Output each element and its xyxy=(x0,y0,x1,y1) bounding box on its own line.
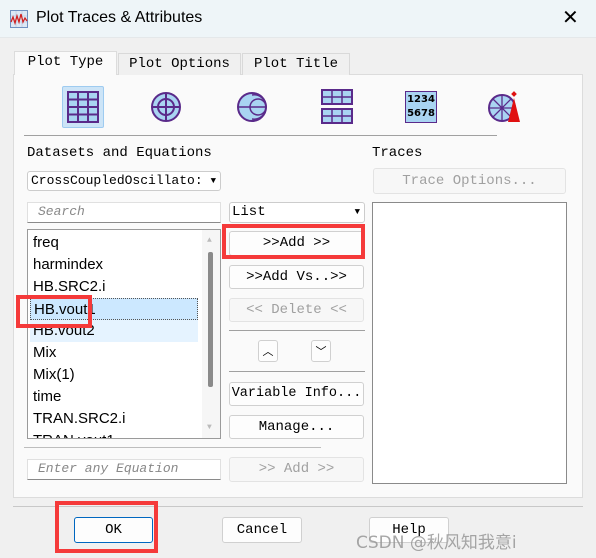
list-icon-text: 1234 xyxy=(407,94,435,105)
variable-info-button[interactable]: Variable Info... xyxy=(229,382,364,406)
stacked-rectangular-icon[interactable] xyxy=(316,86,358,128)
polar-plot-icon[interactable] xyxy=(145,86,187,128)
list-item-selected[interactable]: HB.vout1 xyxy=(30,298,198,320)
equation-input[interactable]: Enter any Equation xyxy=(27,459,221,480)
cancel-button[interactable]: Cancel xyxy=(222,517,302,543)
list-item[interactable]: TRAN.vout1 xyxy=(30,430,198,438)
list-item[interactable]: HB.SRC2.i xyxy=(30,276,198,298)
list-item[interactable]: harmindex xyxy=(30,254,198,276)
chevron-up-icon[interactable]: ︿ xyxy=(258,340,278,362)
list-item[interactable]: time xyxy=(30,386,198,408)
divider xyxy=(13,506,583,507)
dataset-dropdown[interactable]: CrossCoupledOscillato: ▼ xyxy=(27,171,221,191)
tab-plot-title[interactable]: Plot Title xyxy=(242,53,350,75)
list-item[interactable]: Mix xyxy=(30,342,198,364)
window-title: Plot Traces & Attributes xyxy=(36,9,203,26)
scrollbar-thumb[interactable] xyxy=(208,252,213,387)
divider xyxy=(24,135,497,136)
list-item[interactable]: freq xyxy=(30,232,198,254)
waveform-icon xyxy=(10,10,28,28)
tab-plot-type[interactable]: Plot Type xyxy=(14,51,117,75)
add-vs-button[interactable]: >>Add Vs..>> xyxy=(229,265,364,289)
traces-listbox[interactable] xyxy=(372,202,567,484)
manage-button[interactable]: Manage... xyxy=(229,415,364,439)
antenna-plot-icon[interactable] xyxy=(484,86,526,128)
scroll-up-icon[interactable]: ▲ xyxy=(207,236,212,245)
scrollbar[interactable]: ▲ ▼ xyxy=(202,230,220,438)
divider xyxy=(229,371,365,372)
chevron-down-icon: ▼ xyxy=(210,176,216,186)
add-button[interactable]: >>Add >> xyxy=(229,231,364,256)
list-table-icon[interactable]: 1234 5678 xyxy=(400,86,442,128)
list-icon-text: 5678 xyxy=(407,108,435,119)
dataset-listbox[interactable]: freq harmindex HB.SRC2.i HB.vout1 HB.vou… xyxy=(27,229,221,439)
scroll-down-icon[interactable]: ▼ xyxy=(207,423,212,432)
view-mode-dropdown[interactable]: List ▼ xyxy=(229,202,365,223)
trace-options-button[interactable]: Trace Options... xyxy=(373,168,566,194)
list-item[interactable]: Mix(1) xyxy=(30,364,198,386)
tab-plot-options[interactable]: Plot Options xyxy=(118,53,241,75)
smith-chart-icon[interactable] xyxy=(231,86,273,128)
chevron-down-icon[interactable]: ﹀ xyxy=(311,340,331,362)
watermark: CSDN @秋风知我意i xyxy=(356,533,517,553)
rectangular-plot-icon[interactable] xyxy=(62,86,104,128)
datasets-label: Datasets and Equations xyxy=(27,145,212,161)
search-input[interactable]: Search xyxy=(27,202,221,223)
view-mode-value: List xyxy=(232,204,266,220)
delete-button[interactable]: << Delete << xyxy=(229,298,364,322)
close-icon[interactable]: ✕ xyxy=(562,5,579,29)
traces-label: Traces xyxy=(372,145,423,161)
list-item[interactable]: HB.vout2 xyxy=(30,320,198,342)
add-equation-button[interactable]: >> Add >> xyxy=(229,457,364,482)
ok-button[interactable]: OK xyxy=(74,517,153,543)
dataset-value: CrossCoupledOscillato: xyxy=(31,173,203,188)
divider xyxy=(24,447,321,448)
divider xyxy=(229,330,365,331)
list-item[interactable]: TRAN.SRC2.i xyxy=(30,408,198,430)
chevron-down-icon: ▼ xyxy=(354,207,360,217)
